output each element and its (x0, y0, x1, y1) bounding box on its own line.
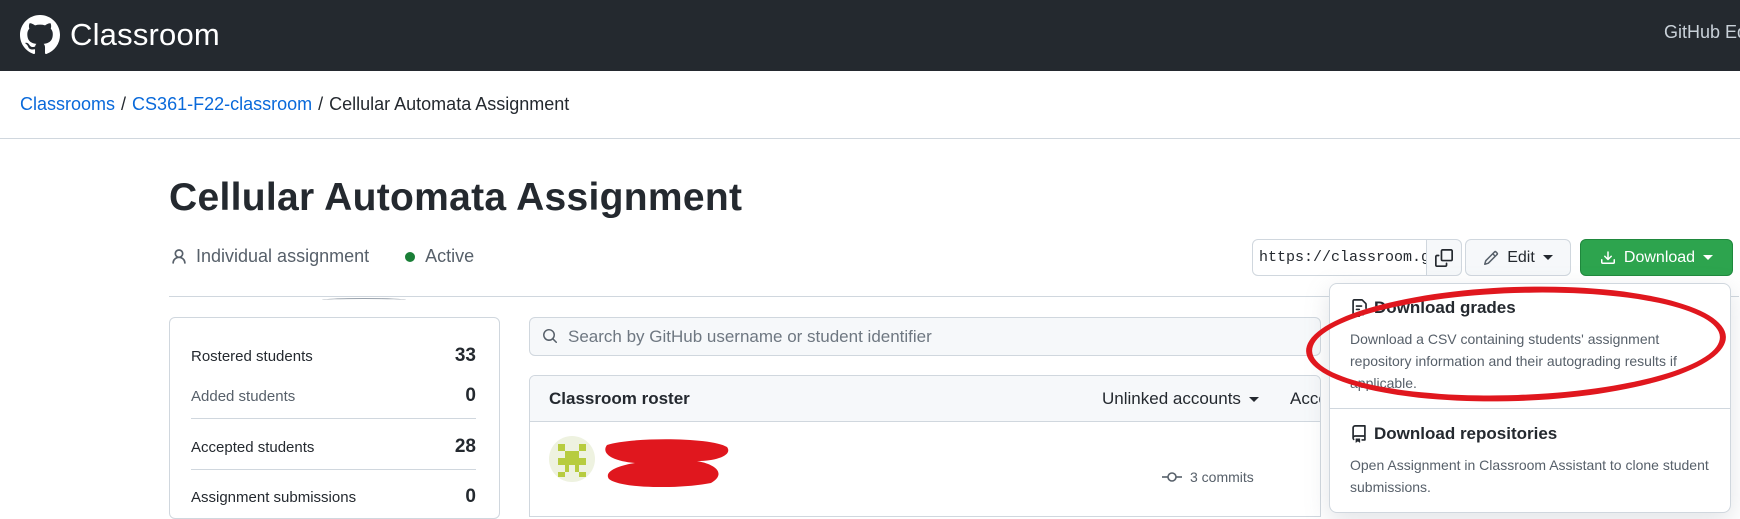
stat-value: 28 (454, 436, 476, 457)
commit-count-label: 3 commits (1190, 469, 1254, 485)
breadcrumb-current: Cellular Automata Assignment (329, 94, 570, 114)
copy-link-button[interactable] (1426, 239, 1462, 276)
identicon-icon (558, 444, 586, 477)
assignment-stats-panel: Rostered students 33 Added students 0 Ac… (169, 317, 500, 519)
edit-button[interactable]: Edit (1465, 239, 1571, 276)
stat-label: Added students (191, 387, 296, 405)
stat-label: Accepted students (191, 438, 315, 456)
download-repositories-item[interactable]: Download repositories Open Assignment in… (1350, 424, 1710, 498)
commit-count: 3 commits (1162, 469, 1254, 485)
commit-icon (1162, 472, 1182, 482)
assignment-type: Individual assignment (196, 246, 370, 266)
pencil-icon (1484, 250, 1499, 265)
menu-item-description: Open Assignment in Classroom Assistant t… (1350, 457, 1709, 495)
invite-link-field[interactable]: https://classroom.gi (1252, 239, 1432, 276)
download-label: Download (1623, 248, 1696, 266)
menu-item-title: Download repositories (1374, 424, 1558, 443)
stat-divider (191, 469, 476, 470)
chevron-down-icon (1703, 255, 1714, 260)
assignment-meta: Individual assignment Active (170, 246, 474, 267)
person-icon (172, 248, 186, 264)
stat-value: 0 (465, 385, 476, 406)
breadcrumb-separator: / (121, 94, 127, 114)
menu-item-header: Download repositories (1350, 424, 1710, 444)
status-label: Active (425, 246, 475, 266)
github-education-link[interactable]: GitHub Ed (1664, 22, 1740, 43)
divider-mark (322, 298, 406, 302)
search-input[interactable] (568, 318, 1308, 355)
stat-label: Rostered students (191, 347, 313, 365)
roster-title: Classroom roster (549, 389, 690, 408)
chevron-down-icon (1248, 396, 1259, 402)
breadcrumb-divider (0, 138, 1740, 139)
classroom-roster: Classroom roster Unlinked accounts Accep… (529, 375, 1321, 517)
breadcrumb-classrooms-link[interactable]: Classrooms (20, 94, 115, 114)
chevron-down-icon (1542, 255, 1553, 260)
page-title: Cellular Automata Assignment (169, 176, 743, 219)
student-search (529, 317, 1321, 356)
breadcrumb: Classrooms / CS361-F22-classroom / Cellular … (20, 94, 569, 115)
edit-label: Edit (1507, 248, 1535, 266)
avatar[interactable] (549, 436, 595, 482)
download-button[interactable]: Download (1580, 239, 1733, 276)
invite-link-text: https://classroom.gi (1259, 249, 1432, 266)
status-dot (405, 251, 416, 262)
accepted-filter[interactable]: Accep (1290, 389, 1320, 409)
stat-added: Added students 0 (191, 385, 476, 407)
breadcrumb-classroom-link[interactable]: CS361-F22-classroom (132, 94, 312, 114)
github-logo-icon (20, 15, 60, 55)
stat-submissions: Assignment submissions 0 (191, 486, 476, 508)
filter-label: Unlinked accounts (1102, 389, 1241, 408)
repo-icon (1352, 425, 1366, 443)
copy-icon (1435, 248, 1453, 267)
unlinked-accounts-filter[interactable]: Unlinked accounts (1102, 389, 1259, 409)
stat-divider (191, 418, 476, 419)
classroom-home-link[interactable]: Classroom (20, 13, 220, 57)
search-icon (543, 329, 558, 344)
breadcrumb-separator: / (318, 94, 324, 114)
roster-header: Classroom roster Unlinked accounts Accep (530, 376, 1320, 422)
top-navbar: Classroom GitHub Ed (0, 0, 1740, 71)
stat-accepted: Accepted students 28 (191, 436, 476, 458)
stat-label: Assignment submissions (191, 488, 357, 506)
stat-value: 0 (465, 486, 476, 507)
download-icon (1600, 250, 1615, 264)
redaction-mark (605, 439, 729, 487)
menu-divider (1330, 408, 1730, 409)
brand-name: Classroom (70, 17, 220, 52)
stat-rostered: Rostered students 33 (191, 345, 476, 367)
stat-value: 33 (454, 345, 476, 366)
